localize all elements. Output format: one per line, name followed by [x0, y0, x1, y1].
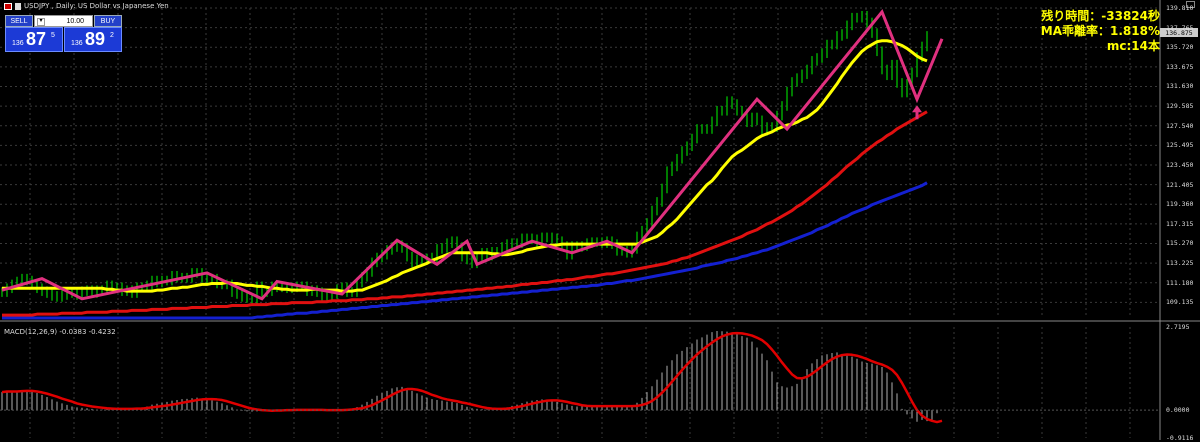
chart-title: USDJPY , Daily: US Dollar vs Japanese Ye…	[24, 2, 169, 10]
price-tick-label: 121.405	[1166, 180, 1194, 189]
price-tick-label: 133.675	[1166, 62, 1194, 71]
lot-size-input[interactable]: ▾ 10.00	[34, 15, 93, 27]
macd-indicator	[1, 330, 943, 424]
buy-price-panel[interactable]: 136 89 2	[64, 27, 122, 52]
lot-size-value: 10.00	[66, 17, 84, 25]
zigzag-line	[1, 9, 944, 301]
sell-button[interactable]: SELL	[5, 15, 33, 27]
remaining-time-overlay: 残り時間：-33824秒 MA乖離率：1.818% mc:14本	[1041, 9, 1160, 54]
macd-label: MACD(12,26,9) -0.0383 -0.4232	[4, 328, 116, 336]
chart-window-icon	[15, 2, 21, 10]
price-candles	[1, 10, 928, 304]
chart-header: USDJPY , Daily: US Dollar vs Japanese Ye…	[4, 2, 169, 10]
price-tick-label: 135.720	[1166, 43, 1194, 52]
buy-price-prefix: 136	[71, 40, 83, 47]
sell-price-big: 87	[26, 29, 47, 49]
price-tick-label: 127.540	[1166, 121, 1194, 130]
price-tick-label: 129.585	[1166, 102, 1194, 111]
macd-tick-label: 0.0000	[1166, 406, 1190, 415]
price-tick-label: 109.135	[1166, 298, 1194, 307]
remaining-time-text: 残り時間：-33824秒	[1041, 9, 1160, 23]
buy-price-big: 89	[85, 29, 106, 49]
sell-price-sup: 5	[51, 32, 55, 39]
price-tick-label: 113.225	[1166, 259, 1194, 268]
buy-button[interactable]: BUY	[94, 15, 122, 27]
price-tick-label: 117.315	[1166, 219, 1194, 228]
price-tick-label: 111.180	[1166, 278, 1194, 287]
sell-price-prefix: 136	[12, 40, 24, 47]
price-tick-label: 125.495	[1166, 141, 1194, 150]
macd-tick-label: 2.7195	[1166, 323, 1190, 331]
buy-price-sup: 2	[110, 32, 114, 39]
ma-deviation-text: MA乖離率：1.818%	[1040, 24, 1160, 38]
ma-short-line	[2, 39, 928, 293]
ma-mid-line	[2, 110, 928, 317]
price-tick-label: 119.360	[1166, 200, 1194, 209]
lot-dropdown-icon[interactable]: ▾	[37, 18, 45, 26]
macd-tick-label: -0.9116	[1166, 434, 1194, 442]
price-chart[interactable]	[0, 0, 1200, 440]
zigzag-polyline	[1, 9, 944, 301]
price-tick-label: 139.810	[1166, 4, 1194, 12]
candle-count-text: mc:14本	[1106, 39, 1160, 53]
sell-price-panel[interactable]: 136 87 5	[5, 27, 63, 52]
price-tick-label: 115.270	[1166, 239, 1194, 248]
flag-icon	[4, 2, 12, 10]
panel-frame	[0, 0, 1200, 440]
ma-long-line	[2, 181, 928, 320]
grid-lines	[0, 7, 1160, 438]
price-tick-label: 137.765	[1166, 23, 1194, 32]
moving-average-lines	[2, 39, 928, 320]
one-click-trading-panel: SELL ▾ 10.00 BUY 136 87 5 136 89 2	[5, 15, 122, 52]
price-tick-label: 123.450	[1166, 160, 1194, 169]
price-tick-label: 131.630	[1166, 82, 1194, 91]
